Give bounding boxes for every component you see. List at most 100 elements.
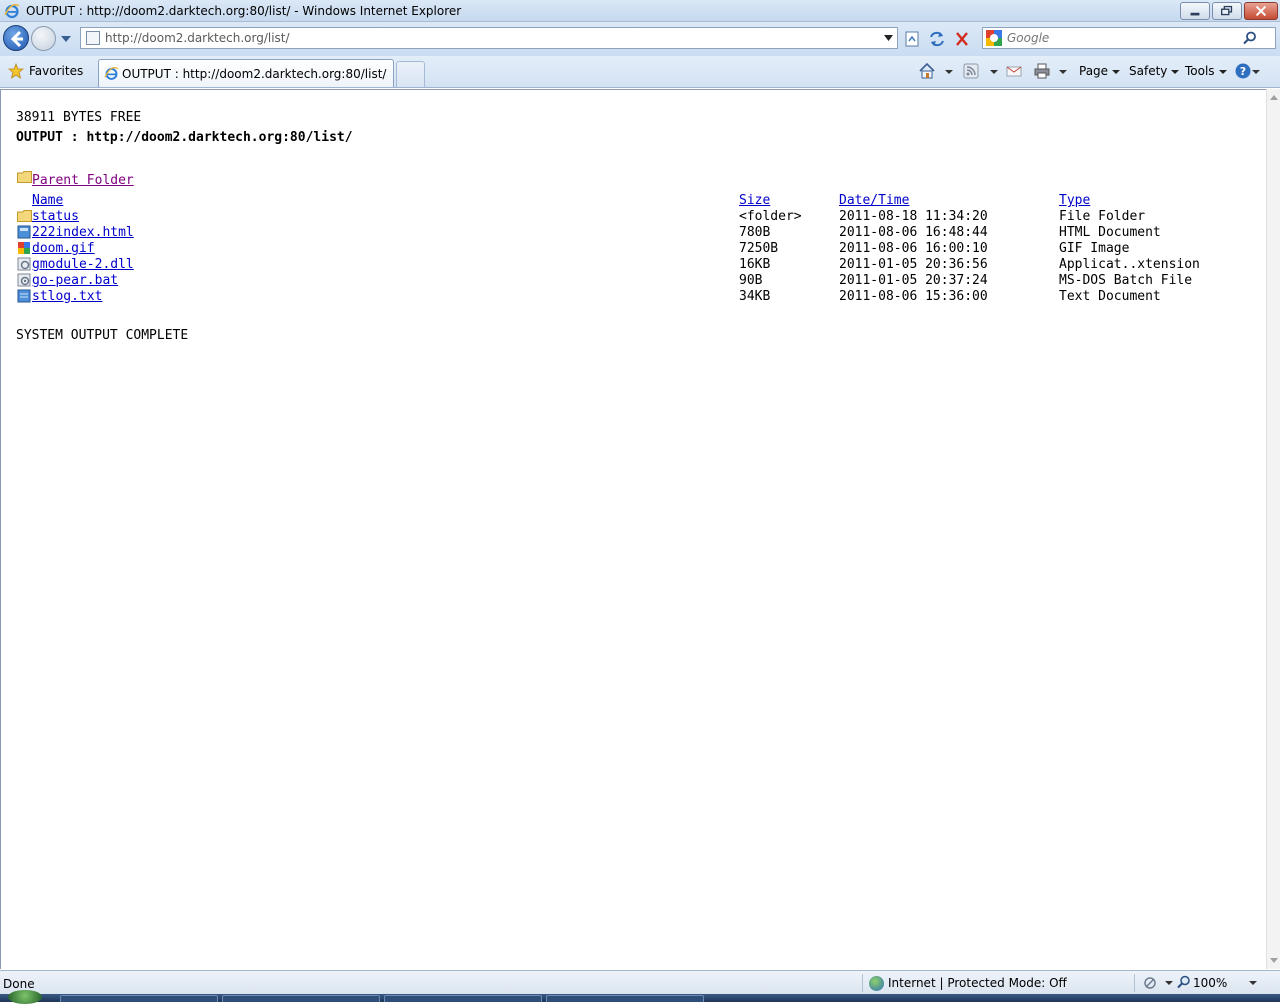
file-datetime: 2011-01-05 20:36:56 bbox=[839, 257, 988, 272]
file-name-link[interactable]: 222index.html bbox=[32, 225, 134, 240]
file-size: <folder> bbox=[739, 209, 802, 224]
internet-zone-icon bbox=[869, 976, 884, 991]
zoom-level[interactable]: 100% bbox=[1193, 976, 1227, 990]
stop-icon[interactable] bbox=[952, 30, 972, 48]
file-size: 90B bbox=[739, 273, 763, 288]
recent-pages-dropdown-icon[interactable] bbox=[60, 34, 72, 44]
sort-by-datetime-link[interactable]: Date/Time bbox=[839, 193, 909, 208]
protected-mode-dropdown-icon[interactable] bbox=[1165, 981, 1173, 985]
zoom-dropdown-icon[interactable] bbox=[1249, 981, 1257, 985]
minimize-icon bbox=[1190, 12, 1200, 16]
home-dropdown-icon[interactable] bbox=[945, 70, 953, 74]
ie-logo-icon bbox=[4, 3, 20, 19]
file-size: 780B bbox=[739, 225, 771, 240]
taskbar-button[interactable] bbox=[546, 995, 704, 1002]
file-name-link[interactable]: doom.gif bbox=[32, 241, 95, 256]
text-file-icon bbox=[17, 289, 31, 303]
file-datetime: 2011-08-06 16:00:10 bbox=[839, 241, 988, 256]
file-name-link[interactable]: status bbox=[32, 209, 79, 224]
file-type: HTML Document bbox=[1059, 225, 1161, 240]
refresh-icon[interactable] bbox=[927, 30, 947, 48]
title-bar: OUTPUT : http://doom2.darktech.org:80/li… bbox=[0, 0, 1280, 22]
address-input[interactable] bbox=[105, 30, 875, 46]
file-type: Applicat..xtension bbox=[1059, 257, 1200, 272]
file-type: MS-DOS Batch File bbox=[1059, 273, 1193, 288]
restore-button[interactable] bbox=[1212, 2, 1242, 20]
file-datetime: 2011-08-06 15:36:00 bbox=[839, 289, 988, 304]
batch-file-icon bbox=[17, 273, 31, 287]
search-icon[interactable] bbox=[1243, 31, 1257, 45]
search-box[interactable] bbox=[982, 27, 1276, 49]
tab-title: OUTPUT : http://doom2.darktech.org:80/li… bbox=[122, 67, 387, 81]
safety-menu-label: Safety bbox=[1129, 64, 1168, 78]
svg-text:?: ? bbox=[1240, 65, 1246, 78]
security-zone-text[interactable]: Internet | Protected Mode: Off bbox=[888, 976, 1067, 990]
browser-tab-active[interactable]: OUTPUT : http://doom2.darktech.org:80/li… bbox=[98, 59, 394, 87]
file-name-link[interactable]: stlog.txt bbox=[32, 289, 102, 304]
file-type: Text Document bbox=[1059, 289, 1161, 304]
safety-menu[interactable]: Safety bbox=[1129, 64, 1180, 82]
bytes-free-text: 38911 BYTES FREE bbox=[16, 110, 142, 125]
taskbar-button[interactable] bbox=[60, 995, 218, 1002]
google-icon bbox=[986, 30, 1002, 46]
taskbar-button[interactable] bbox=[222, 995, 380, 1002]
tools-menu[interactable]: Tools bbox=[1185, 64, 1227, 82]
file-name-link[interactable]: gmodule-2.dll bbox=[32, 257, 134, 272]
close-window-button[interactable] bbox=[1244, 2, 1278, 20]
forward-button[interactable] bbox=[31, 26, 56, 51]
file-size: 16KB bbox=[739, 257, 771, 272]
compatibility-view-icon[interactable] bbox=[902, 30, 922, 48]
file-datetime: 2011-01-05 20:37:24 bbox=[839, 273, 988, 288]
home-icon[interactable] bbox=[918, 62, 936, 80]
address-dropdown-icon[interactable] bbox=[884, 34, 893, 42]
status-text: Done bbox=[3, 977, 35, 991]
feeds-icon[interactable] bbox=[962, 62, 980, 80]
page-menu-label: Page bbox=[1079, 64, 1109, 78]
scroll-down-icon[interactable] bbox=[1270, 958, 1278, 963]
output-heading: OUTPUT : http://doom2.darktech.org:80/li… bbox=[16, 130, 353, 145]
windows-taskbar bbox=[0, 990, 1280, 1004]
dll-file-icon bbox=[17, 257, 31, 271]
scroll-up-icon[interactable] bbox=[1270, 95, 1278, 100]
sort-by-name-link[interactable]: Name bbox=[32, 193, 63, 208]
print-icon[interactable] bbox=[1033, 62, 1051, 80]
address-bar[interactable] bbox=[80, 27, 898, 49]
window-title: OUTPUT : http://doom2.darktech.org:80/li… bbox=[26, 4, 462, 18]
status-bar: Done Internet | Protected Mode: Off 100% bbox=[0, 970, 1280, 994]
ie-page-icon bbox=[104, 66, 119, 80]
sort-by-size-link[interactable]: Size bbox=[739, 193, 770, 208]
help-dropdown-icon[interactable] bbox=[1252, 70, 1260, 74]
read-mail-icon[interactable] bbox=[1005, 62, 1023, 80]
taskbar-button[interactable] bbox=[384, 995, 542, 1002]
folder-icon bbox=[17, 171, 32, 183]
favorites-label: Favorites bbox=[29, 64, 84, 78]
tools-menu-chevron-icon bbox=[1218, 69, 1227, 74]
close-icon bbox=[1255, 5, 1267, 17]
print-dropdown-icon[interactable] bbox=[1059, 70, 1067, 74]
file-type: GIF Image bbox=[1059, 241, 1130, 256]
help-icon[interactable]: ? bbox=[1234, 62, 1252, 80]
new-tab-button[interactable] bbox=[396, 61, 425, 87]
page-menu[interactable]: Page bbox=[1079, 64, 1121, 82]
minimize-button[interactable] bbox=[1180, 2, 1210, 20]
favorites-button[interactable]: Favorites bbox=[4, 61, 90, 83]
file-type: File Folder bbox=[1059, 209, 1146, 224]
popup-blocker-icon[interactable] bbox=[1143, 976, 1159, 990]
folder-icon bbox=[17, 210, 32, 222]
vertical-scrollbar[interactable] bbox=[1266, 89, 1280, 969]
back-button[interactable] bbox=[3, 25, 29, 51]
feeds-dropdown-icon[interactable] bbox=[990, 70, 998, 74]
sort-by-type-link[interactable]: Type bbox=[1059, 193, 1090, 208]
file-name-link[interactable]: go-pear.bat bbox=[32, 273, 118, 288]
zoom-icon[interactable] bbox=[1177, 975, 1191, 989]
image-file-icon bbox=[18, 242, 30, 254]
file-datetime: 2011-08-18 11:34:20 bbox=[839, 209, 988, 224]
parent-folder-link[interactable]: Parent Folder bbox=[32, 173, 134, 188]
search-input[interactable] bbox=[1007, 30, 1237, 46]
back-arrow-icon bbox=[10, 30, 23, 48]
file-datetime: 2011-08-06 16:48:44 bbox=[839, 225, 988, 240]
navigation-bar bbox=[0, 22, 1280, 56]
status-divider bbox=[862, 974, 863, 992]
favorites-bar: Favorites OUTPUT : http://doom2.darktech… bbox=[0, 56, 1280, 88]
page-icon bbox=[86, 31, 100, 45]
